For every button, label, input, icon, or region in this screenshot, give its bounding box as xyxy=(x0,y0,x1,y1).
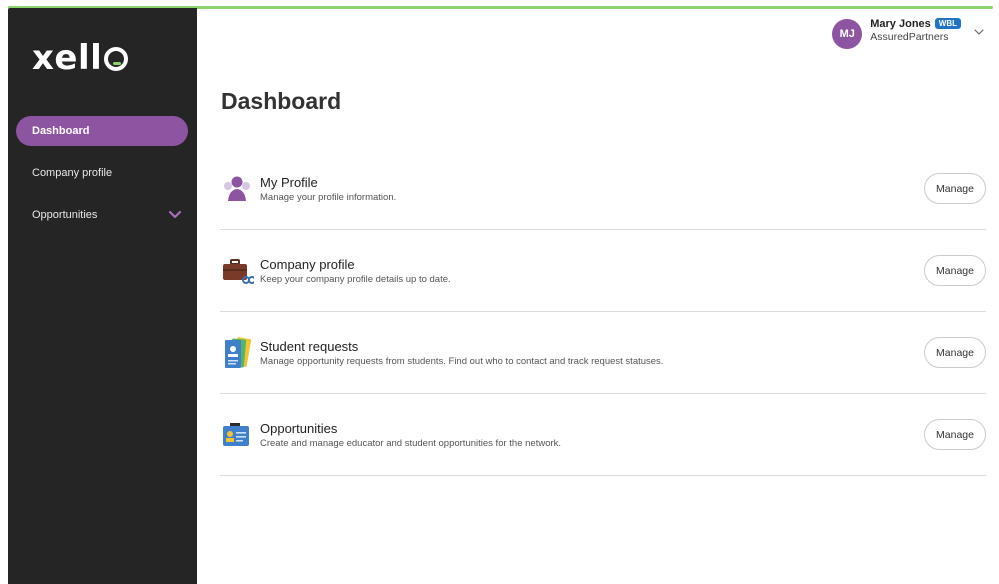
user-name: Mary Jones xyxy=(870,18,931,30)
user-menu[interactable]: MJ Mary Jones WBL AssuredPartners xyxy=(832,18,985,49)
user-info: Mary Jones WBL AssuredPartners xyxy=(870,18,961,43)
app-window: xell Dashboard Company profile Opportuni… xyxy=(0,0,999,584)
card-description: Manage opportunity requests from student… xyxy=(260,355,664,367)
sidebar-item-label: Dashboard xyxy=(32,125,90,137)
sidebar-item-label: Opportunities xyxy=(32,209,98,221)
xello-logo[interactable]: xell xyxy=(32,38,129,78)
card-description: Manage your profile information. xyxy=(260,191,397,203)
sidebar-item-opportunities[interactable]: Opportunities xyxy=(16,200,188,230)
card-description: Create and manage educator and student o… xyxy=(260,437,562,449)
sidebar-item-company-profile[interactable]: Company profile xyxy=(16,158,188,188)
sidebar-item-dashboard[interactable]: Dashboard xyxy=(16,116,188,146)
opportunities-icon xyxy=(220,418,254,452)
card-title: Student requests xyxy=(260,338,359,354)
chevron-down-icon[interactable] xyxy=(168,208,182,222)
card-opportunities: Opportunities Create and manage educator… xyxy=(220,394,986,476)
sidebar-item-label: Company profile xyxy=(32,167,113,179)
user-org: AssuredPartners xyxy=(870,31,949,43)
role-badge: WBL xyxy=(934,18,961,29)
avatar[interactable]: MJ xyxy=(832,19,863,49)
manage-student-requests-button[interactable]: Manage xyxy=(924,337,986,368)
manage-my-profile-button[interactable]: Manage xyxy=(924,173,986,204)
card-description: Keep your company profile details up to … xyxy=(260,273,451,285)
main-content: MJ Mary Jones WBL AssuredPartners Dashboa… xyxy=(197,8,999,584)
dashboard-cards: My Profile Manage your profile informati… xyxy=(220,148,986,476)
card-my-profile: My Profile Manage your profile informati… xyxy=(220,148,986,230)
card-student-requests: Student requests Manage opportunity requ… xyxy=(220,312,986,394)
page-title: Dashboard xyxy=(221,88,342,114)
logo-o-mark xyxy=(104,47,129,71)
chevron-down-icon[interactable] xyxy=(973,26,985,38)
sidebar: xell Dashboard Company profile Opportuni… xyxy=(8,8,197,584)
card-company-profile: Company profile Keep your company profil… xyxy=(220,230,986,312)
profile-icon xyxy=(220,172,254,206)
manage-opportunities-button[interactable]: Manage xyxy=(924,419,986,450)
card-title: Opportunities xyxy=(260,420,338,436)
sidebar-nav: Dashboard Company profile Opportunities xyxy=(16,116,188,242)
manage-company-profile-button[interactable]: Manage xyxy=(924,255,986,286)
briefcase-icon xyxy=(220,254,254,288)
logo-text: xell xyxy=(32,38,103,78)
card-title: My Profile xyxy=(260,174,318,190)
card-title: Company profile xyxy=(260,256,355,272)
student-requests-icon xyxy=(220,336,254,370)
